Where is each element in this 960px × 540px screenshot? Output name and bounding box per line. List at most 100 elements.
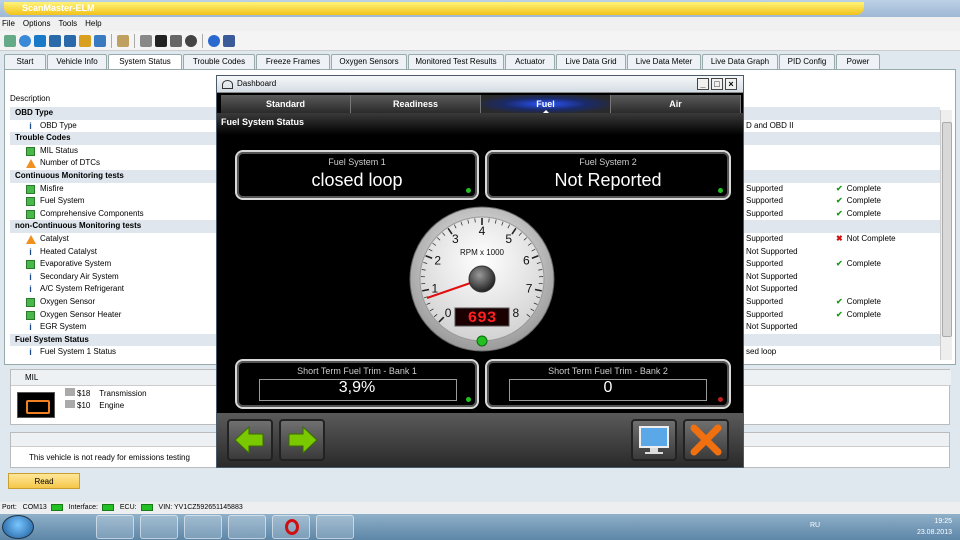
readiness-message: This vehicle is not ready for emissions … [29, 453, 190, 462]
dash-tab-air[interactable]: Air [611, 95, 741, 113]
fullscreen-button[interactable] [631, 419, 677, 461]
settings-icon[interactable] [185, 34, 197, 47]
tab-power[interactable]: Power [836, 54, 880, 69]
taskbar-opera-icon[interactable] [272, 515, 310, 539]
table-icon[interactable] [64, 34, 76, 47]
monitor-icon[interactable] [170, 34, 182, 47]
check-icon: ✔ [836, 183, 843, 193]
tab-monitored-test-results[interactable]: Monitored Test Results [408, 54, 504, 69]
save-icon[interactable] [94, 34, 106, 47]
table-scrollbar[interactable] [940, 110, 952, 360]
section-title: Fuel System Status [221, 117, 305, 127]
clipboard-icon[interactable] [117, 34, 129, 47]
taskbar-hp-icon[interactable] [228, 515, 266, 539]
fuel-system-2-caption: Fuel System 2 [579, 157, 637, 167]
chart-icon[interactable] [79, 34, 91, 47]
menu-options[interactable]: Options [23, 17, 51, 31]
tab-pid-config[interactable]: PID Config [779, 54, 835, 69]
fuel-system-1-panel: Fuel System 1 closed loop [235, 150, 479, 200]
tab-freeze-frames[interactable]: Freeze Frames [256, 54, 330, 69]
status-led-icon [466, 397, 471, 402]
taskbar: RU 19:25 23.08.2013 [0, 514, 960, 540]
fuel-system-1-value: closed loop [311, 170, 403, 190]
tab-live-data-meter[interactable]: Live Data Meter [627, 54, 701, 69]
arrow-right-icon [288, 425, 318, 455]
row-status-text: Complete [846, 259, 881, 269]
dashboard-tabs: Standard Readiness Fuel Air [221, 95, 741, 113]
read-button[interactable]: Read [8, 473, 80, 489]
row-status-text: Not Complete [846, 233, 896, 243]
ok-icon [26, 197, 35, 207]
dashboard-title: Dashboard [237, 79, 277, 88]
dtc-module: Engine [99, 401, 125, 410]
next-button[interactable] [279, 419, 325, 461]
tab-system-status[interactable]: System Status [108, 54, 182, 70]
row-label: Misfire [40, 183, 64, 193]
tab-start[interactable]: Start [4, 54, 46, 69]
close-button[interactable]: × [725, 78, 737, 90]
tab-live-data-grid[interactable]: Live Data Grid [556, 54, 626, 69]
vehicle-info-icon[interactable] [34, 34, 46, 47]
start-button[interactable] [2, 515, 34, 539]
dtc-item[interactable]: $18 Transmission [65, 388, 147, 400]
toolbar-divider [111, 33, 112, 48]
ok-icon [26, 209, 35, 219]
monitor-icon [639, 426, 669, 454]
dtc-code: $10 [77, 401, 91, 410]
vin-value: VIN: YV1CZ592651145883 [158, 504, 243, 511]
row-status: ✔ Complete [836, 309, 881, 322]
scrollbar-thumb[interactable] [942, 122, 952, 337]
taskbar-chip-icon[interactable] [316, 515, 354, 539]
taskbar-app-icon[interactable] [184, 515, 222, 539]
window-title: ScanMaster-ELM [4, 2, 864, 15]
minimize-button[interactable]: _ [697, 78, 709, 90]
terminal-icon[interactable] [155, 34, 167, 47]
gauge-icon [222, 80, 233, 89]
globe-icon[interactable] [19, 34, 31, 47]
window-titlebar: ScanMaster-ELM [0, 0, 960, 17]
interface-label: Interface: [68, 504, 98, 511]
tab-actuator[interactable]: Actuator [505, 54, 555, 69]
tab-trouble-codes[interactable]: Trouble Codes [183, 54, 255, 69]
tab-vehicle-info[interactable]: Vehicle Info [47, 54, 107, 69]
taskbar-explorer-icon[interactable] [96, 515, 134, 539]
menu-tools[interactable]: Tools [58, 17, 77, 31]
exit-button[interactable] [683, 419, 729, 461]
dash-tab-readiness[interactable]: Readiness [351, 95, 481, 113]
gauge-tick-label: 6 [523, 254, 530, 268]
row-label: Evaporative System [40, 259, 112, 269]
info-icon: i [29, 271, 32, 282]
dash-tab-fuel[interactable]: Fuel [481, 95, 611, 113]
row-label: A/C System Refrigerant [40, 284, 125, 294]
rpm-value: 693 [468, 309, 497, 327]
dtc-item[interactable]: $10 Engine [65, 400, 147, 412]
comment-icon[interactable] [140, 34, 152, 47]
info-icon[interactable] [208, 34, 220, 47]
tab-oxygen-sensors[interactable]: Oxygen Sensors [331, 54, 407, 69]
connect-icon[interactable] [4, 34, 16, 47]
warning-icon [26, 234, 36, 244]
dashboard-nav [217, 413, 743, 467]
row-label: EGR System [40, 322, 87, 332]
interface-led-icon [101, 503, 114, 511]
row-result: Supported [746, 296, 783, 306]
previous-button[interactable] [227, 419, 273, 461]
book-icon[interactable] [223, 34, 235, 47]
mil-label: MIL [25, 373, 39, 382]
gauge-led-icon [476, 335, 488, 347]
maximize-button[interactable]: □ [711, 78, 723, 90]
tab-live-data-graph[interactable]: Live Data Graph [702, 54, 778, 69]
menu-help[interactable]: Help [85, 17, 101, 31]
taskbar-media-icon[interactable] [140, 515, 178, 539]
trim-bank-1-value: 3,9% [338, 379, 376, 396]
fuel-system-2-value: Not Reported [554, 170, 662, 190]
gauge-tick-label: 8 [513, 306, 520, 320]
menu-file[interactable]: File [2, 17, 15, 31]
check-icon: ✔ [836, 259, 843, 269]
row-label: Secondary Air System [40, 271, 119, 281]
clock[interactable]: 19:25 23.08.2013 [917, 516, 952, 538]
dash-tab-standard[interactable]: Standard [221, 95, 351, 113]
language-indicator[interactable]: RU [810, 522, 820, 529]
grid-icon[interactable] [49, 34, 61, 47]
info-icon: i [29, 120, 32, 131]
